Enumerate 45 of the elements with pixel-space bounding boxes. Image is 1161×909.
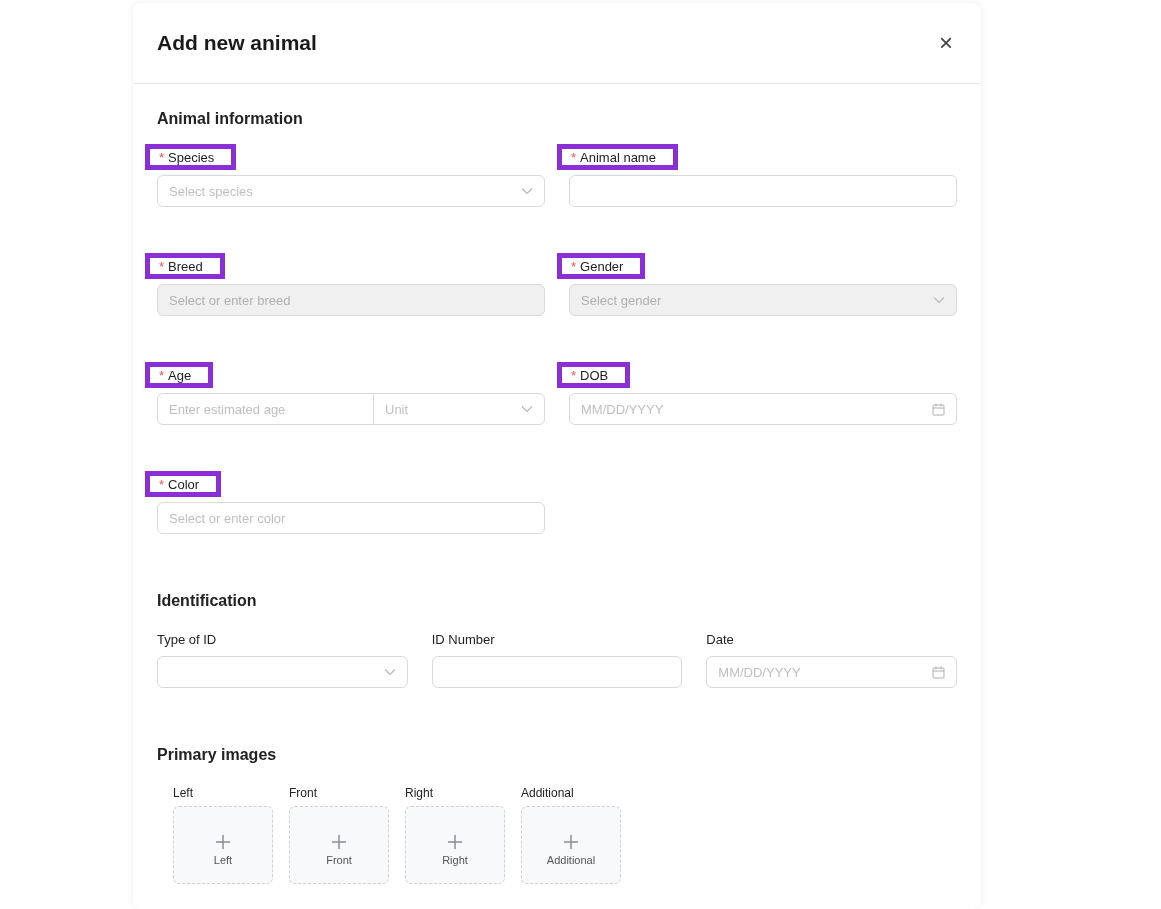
section-title: Identification [157,592,258,610]
field-label: * DOB [557,362,631,388]
placeholder-text: MM/DD/YYYY [581,401,665,417]
placeholder-text: Select or enter color [169,510,287,526]
image-upload-tile[interactable]: Additional [521,806,621,884]
slot-label: Right [405,786,434,800]
plus-icon [447,834,463,850]
date-field[interactable]: MM/DD/YYYY [569,393,957,425]
date-field[interactable]: MM/DD/YYYY [706,656,957,688]
field-label: * Animal name [557,144,678,170]
field-label: * Age [145,362,214,388]
placeholder-text: Select or enter breed [169,292,292,308]
input-field[interactable]: Select or enter color [157,502,545,534]
slot-label: Additional [521,786,575,800]
image-upload-tile[interactable]: Right [405,806,505,884]
field-label: Type of ID [157,631,217,649]
field-label: Date [706,631,734,649]
placeholder-text: MM/DD/YYYY [718,664,802,680]
plus-icon [331,834,347,850]
field-label: * Breed [145,253,225,279]
section-title: Primary images [157,746,278,764]
input-field[interactable] [569,175,957,207]
field-label: ID Number [431,631,495,649]
select-field[interactable]: Select species [157,175,545,207]
slot-label: Left [173,786,194,800]
calendar-icon [932,665,945,679]
image-upload-tile[interactable]: Front [289,806,389,884]
field-label: * Color [145,471,222,497]
select-field[interactable] [157,656,408,688]
section-title: Animal information [157,110,304,128]
chevron-down-icon [383,666,396,678]
plus-icon [563,834,579,850]
chevron-down-icon [521,185,533,197]
dialog-title: Add new animal [157,31,317,55]
chevron-down-icon [933,294,945,306]
field-label: * Species [145,144,237,170]
calendar-icon [932,402,945,416]
close-button[interactable]: × [935,29,957,57]
placeholder-text: Select gender [581,292,663,308]
input-field[interactable] [431,656,683,688]
image-upload-tile[interactable]: Left [173,806,273,884]
slot-label: Front [289,786,318,800]
placeholder-text: Select species [169,183,254,199]
field-label: * Gender [557,253,646,279]
plus-icon [215,834,231,850]
